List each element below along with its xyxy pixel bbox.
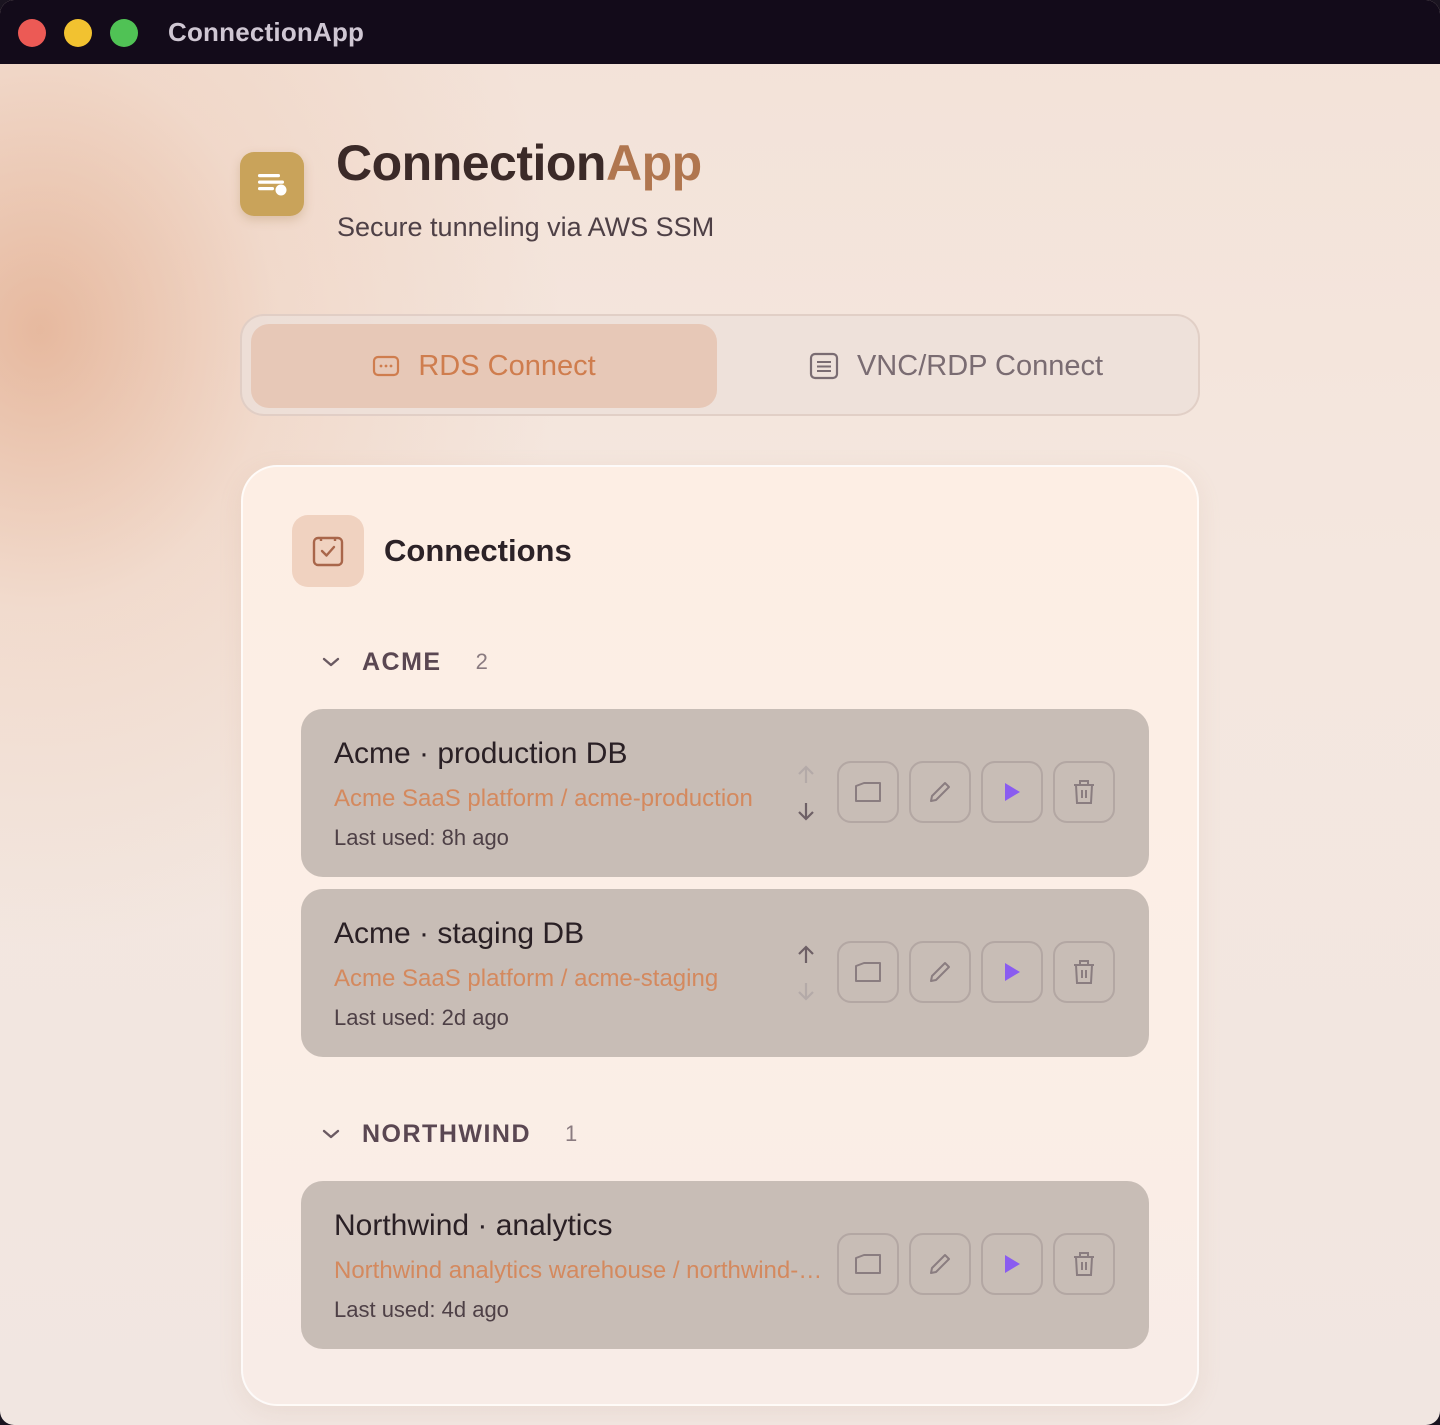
minimize-window-button[interactable] <box>64 19 92 47</box>
app-logo <box>240 152 304 216</box>
move-down-button[interactable] <box>795 801 817 826</box>
edit-button[interactable] <box>909 941 971 1003</box>
page-title: ConnectionApp <box>336 134 702 192</box>
app-window: ConnectionApp ConnectionApp Secure tunne… <box>0 0 1440 1425</box>
database-icon <box>373 355 400 377</box>
group-count: 2 <box>475 649 488 674</box>
connection-path: Acme SaaS platform / acme-staging <box>334 965 719 992</box>
arrow-down-icon <box>798 983 814 1001</box>
connection-name: Northwind · analytics <box>334 1209 613 1242</box>
folder-icon <box>855 782 881 802</box>
edit-button[interactable] <box>909 1233 971 1295</box>
move-up-button[interactable] <box>795 945 817 970</box>
maximize-window-button[interactable] <box>110 19 138 47</box>
tab-rds-connect-label: RDS Connect <box>418 349 596 382</box>
page-title-accent: App <box>605 135 702 191</box>
connection-actions <box>837 941 1115 1003</box>
connect-play-button[interactable] <box>981 761 1043 823</box>
tab-vnc-rdp-connect-label: VNC/RDP Connect <box>856 349 1104 382</box>
connection-path: Acme SaaS platform / acme-production <box>334 785 753 812</box>
connection-last-used: Last used: 4d ago <box>334 1297 509 1322</box>
connection-row[interactable]: Northwind · analytics Northwind analytic… <box>301 1181 1149 1349</box>
arrow-down-icon <box>798 803 814 821</box>
page-title-main: Connection <box>336 135 606 191</box>
delete-button[interactable] <box>1053 1233 1115 1295</box>
pencil-icon <box>930 1254 950 1274</box>
list-icon <box>258 174 287 196</box>
close-window-button[interactable] <box>18 19 46 47</box>
arrow-up-icon <box>798 945 814 963</box>
open-folder-button[interactable] <box>837 761 899 823</box>
arrow-up-icon <box>798 765 814 783</box>
connection-last-used: Last used: 2d ago <box>334 1005 509 1030</box>
connection-type-tabs: RDS Connect VNC/RDP Connect <box>240 314 1200 416</box>
folder-icon <box>855 1254 881 1274</box>
group-header-northwind[interactable]: NORTHWIND 1 <box>321 1117 577 1151</box>
title-bar: ConnectionApp <box>0 0 1440 64</box>
connection-actions <box>837 1233 1115 1295</box>
connections-card: Connections ACME 2 Acme · production DB … <box>241 465 1199 1406</box>
pencil-icon <box>930 782 950 802</box>
pencil-icon <box>930 962 950 982</box>
connections-title: Connections <box>384 533 572 568</box>
open-folder-button[interactable] <box>837 1233 899 1295</box>
connection-path: Northwind analytics warehouse / northwin… <box>334 1257 834 1284</box>
group-count: 1 <box>565 1121 578 1146</box>
open-folder-button[interactable] <box>837 941 899 1003</box>
play-icon <box>1005 963 1020 981</box>
connect-play-button[interactable] <box>981 941 1043 1003</box>
play-icon <box>1005 1255 1020 1273</box>
group-header-acme[interactable]: ACME 2 <box>321 645 488 679</box>
delete-button[interactable] <box>1053 941 1115 1003</box>
page-subtitle: Secure tunneling via AWS SSM <box>337 212 715 242</box>
window-title: ConnectionApp <box>168 17 365 47</box>
play-icon <box>1005 783 1020 801</box>
tab-rds-connect[interactable]: RDS Connect <box>251 324 717 408</box>
chevron-down-icon <box>322 657 340 667</box>
tab-vnc-rdp-connect[interactable]: VNC/RDP Connect <box>722 324 1190 408</box>
move-down-button[interactable] <box>795 981 817 1006</box>
chevron-down-icon <box>322 1129 340 1139</box>
screen-icon <box>809 352 839 380</box>
connection-row[interactable]: Acme · staging DB Acme SaaS platform / a… <box>301 889 1149 1057</box>
connection-name: Acme · production DB <box>334 737 628 770</box>
connection-last-used: Last used: 8h ago <box>334 825 509 850</box>
group-name: NORTHWIND <box>362 1119 532 1148</box>
connections-icon-badge <box>292 515 364 587</box>
connect-play-button[interactable] <box>981 1233 1043 1295</box>
connection-row[interactable]: Acme · production DB Acme SaaS platform … <box>301 709 1149 877</box>
folder-icon <box>855 962 881 982</box>
group-name: ACME <box>362 647 442 676</box>
trash-icon <box>1074 780 1094 804</box>
edit-button[interactable] <box>909 761 971 823</box>
delete-button[interactable] <box>1053 761 1115 823</box>
check-square-icon <box>312 536 344 567</box>
move-up-button[interactable] <box>795 765 817 790</box>
trash-icon <box>1074 1252 1094 1276</box>
trash-icon <box>1074 960 1094 984</box>
connection-actions <box>837 761 1115 823</box>
connection-name: Acme · staging DB <box>334 917 585 950</box>
